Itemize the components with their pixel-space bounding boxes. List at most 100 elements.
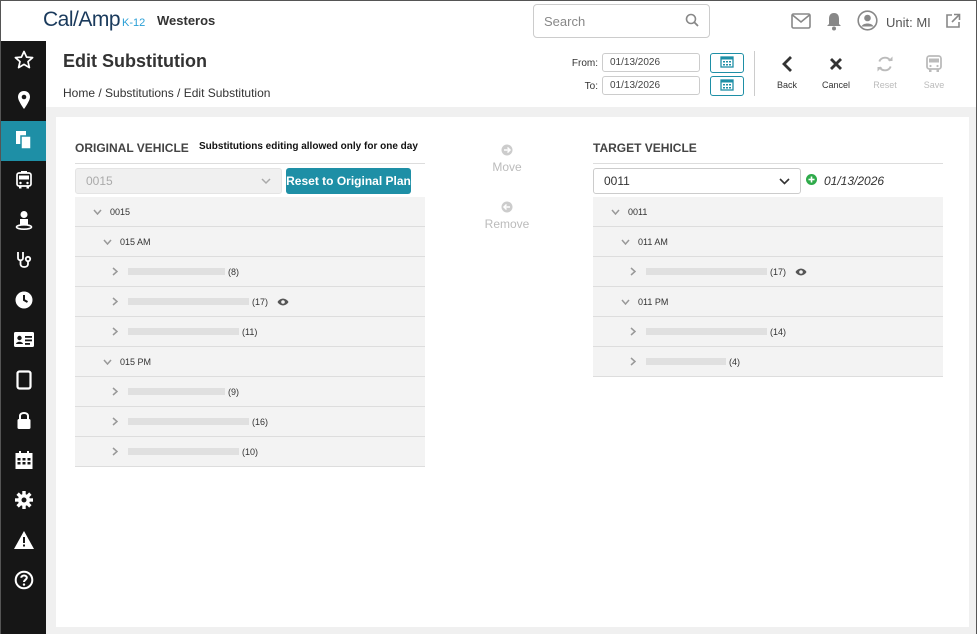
header-divider bbox=[754, 51, 755, 96]
bus-icon bbox=[914, 53, 954, 75]
remove-button[interactable]: Remove bbox=[476, 201, 538, 231]
copy-icon bbox=[14, 130, 34, 153]
remove-label: Remove bbox=[484, 217, 530, 231]
refresh-icon bbox=[865, 53, 905, 75]
eye-icon[interactable] bbox=[277, 298, 289, 306]
chevron-down-icon[interactable] bbox=[102, 239, 112, 245]
tablet-icon bbox=[15, 369, 32, 393]
mail-icon[interactable] bbox=[791, 12, 811, 32]
gear-icon bbox=[14, 490, 34, 513]
nav-history[interactable] bbox=[1, 281, 46, 321]
sidebar bbox=[1, 41, 46, 634]
tree-row-run[interactable]: (4) bbox=[593, 347, 943, 377]
tree-row-route[interactable]: 015 PM bbox=[75, 347, 425, 377]
tree-row-label: 015 AM bbox=[120, 236, 151, 247]
search-input[interactable] bbox=[544, 13, 674, 29]
chevron-right-icon[interactable] bbox=[628, 267, 638, 276]
arrow-left-circle-icon bbox=[476, 201, 538, 215]
chevron-down-icon[interactable] bbox=[92, 209, 102, 215]
chevron-down-icon[interactable] bbox=[102, 359, 112, 365]
tree-row-run[interactable]: (9) bbox=[75, 377, 425, 407]
original-vehicle-select[interactable]: 0015 bbox=[75, 168, 282, 194]
tree-row-route[interactable]: 015 AM bbox=[75, 227, 425, 257]
tree-row-run[interactable]: (17) bbox=[75, 287, 425, 317]
chevron-right-icon[interactable] bbox=[628, 357, 638, 366]
chevron-right-icon[interactable] bbox=[110, 387, 120, 396]
plus-circle-icon[interactable] bbox=[806, 174, 817, 188]
tree-row-label: 0015 bbox=[110, 206, 131, 217]
nav-health[interactable] bbox=[1, 241, 46, 281]
tree-row-run[interactable]: (11) bbox=[75, 317, 425, 347]
chevron-down-icon[interactable] bbox=[620, 239, 630, 245]
logo-text: Cal/Amp bbox=[43, 8, 121, 31]
bell-icon[interactable] bbox=[825, 11, 843, 34]
stop-count: (4) bbox=[729, 356, 740, 367]
user-avatar-icon[interactable] bbox=[857, 10, 878, 34]
tree-row-run[interactable]: (17) bbox=[593, 257, 943, 287]
substitution-card: ORIGINAL VEHICLE Substitutions editing a… bbox=[56, 117, 969, 627]
from-calendar-button[interactable] bbox=[710, 53, 744, 73]
nav-security[interactable] bbox=[1, 401, 46, 441]
chevron-right-icon[interactable] bbox=[110, 417, 120, 426]
chevron-right-icon[interactable] bbox=[110, 297, 120, 306]
chevron-right-icon[interactable] bbox=[110, 327, 120, 336]
nav-students[interactable] bbox=[1, 201, 46, 241]
search-box[interactable] bbox=[533, 4, 710, 38]
to-calendar-button[interactable] bbox=[710, 76, 744, 96]
eye-icon[interactable] bbox=[795, 268, 807, 276]
breadcrumb[interactable]: Home / Substitutions / Edit Substitution bbox=[63, 86, 270, 100]
search-icon[interactable] bbox=[685, 13, 699, 30]
to-date-input[interactable]: 01/13/2026 bbox=[602, 76, 700, 95]
move-button[interactable]: Move bbox=[476, 144, 538, 174]
tree-row-route[interactable]: 011 AM bbox=[593, 227, 943, 257]
tree-row-route[interactable]: 011 PM bbox=[593, 287, 943, 317]
chevron-left-icon bbox=[767, 53, 807, 75]
chevron-down-icon[interactable] bbox=[610, 209, 620, 215]
tree-row-run[interactable]: (14) bbox=[593, 317, 943, 347]
nav-devices[interactable] bbox=[1, 361, 46, 401]
chevron-right-icon[interactable] bbox=[110, 267, 120, 276]
warning-icon bbox=[13, 530, 35, 553]
redacted-name-bar bbox=[646, 268, 767, 275]
add-date-control[interactable]: 01/13/2026 bbox=[806, 174, 884, 188]
redacted-name-bar bbox=[128, 298, 249, 305]
nav-settings[interactable] bbox=[1, 481, 46, 521]
save-button[interactable]: Save bbox=[914, 53, 954, 90]
tree-row-run[interactable]: (10) bbox=[75, 437, 425, 467]
target-vehicle-select[interactable]: 0011 bbox=[593, 168, 801, 194]
tree-row-vehicle[interactable]: 0011 bbox=[593, 197, 943, 227]
nav-favorites[interactable] bbox=[1, 41, 46, 81]
stop-count: (16) bbox=[252, 416, 269, 427]
move-label: Move bbox=[492, 160, 522, 174]
stop-count: (8) bbox=[228, 266, 239, 277]
unit-label[interactable]: Unit: MI bbox=[886, 15, 931, 30]
nav-id-cards[interactable] bbox=[1, 321, 46, 361]
cancel-button[interactable]: Cancel bbox=[816, 53, 856, 90]
tree-row-run[interactable]: (8) bbox=[75, 257, 425, 287]
tree-row-run[interactable]: (16) bbox=[75, 407, 425, 437]
map-pin-icon bbox=[16, 90, 32, 113]
calamp-logo[interactable]: Cal/Amp K-12 bbox=[43, 8, 145, 32]
chevron-right-icon[interactable] bbox=[110, 447, 120, 456]
bus-icon bbox=[14, 170, 34, 193]
chevron-down-icon[interactable] bbox=[620, 299, 630, 305]
nav-alerts[interactable] bbox=[1, 521, 46, 561]
tree-row-label: 011 PM bbox=[638, 296, 669, 307]
chevron-down-icon bbox=[261, 174, 271, 188]
external-link-icon[interactable] bbox=[945, 13, 961, 32]
tree-row-label: 015 PM bbox=[120, 356, 152, 367]
tree-row-vehicle[interactable]: 0015 bbox=[75, 197, 425, 227]
from-label: From: bbox=[571, 58, 598, 69]
nav-map[interactable] bbox=[1, 81, 46, 121]
back-button[interactable]: Back bbox=[767, 53, 807, 90]
nav-bus[interactable] bbox=[1, 161, 46, 201]
cancel-label: Cancel bbox=[821, 80, 850, 90]
nav-help[interactable] bbox=[1, 561, 46, 601]
reset-button[interactable]: Reset bbox=[865, 53, 905, 90]
close-icon bbox=[816, 53, 856, 75]
reset-to-original-button[interactable]: Reset to Original Plan bbox=[286, 168, 411, 194]
chevron-right-icon[interactable] bbox=[628, 327, 638, 336]
nav-calendar[interactable] bbox=[1, 441, 46, 481]
from-date-input[interactable]: 01/13/2026 bbox=[602, 53, 700, 72]
nav-substitutions[interactable] bbox=[1, 121, 46, 161]
